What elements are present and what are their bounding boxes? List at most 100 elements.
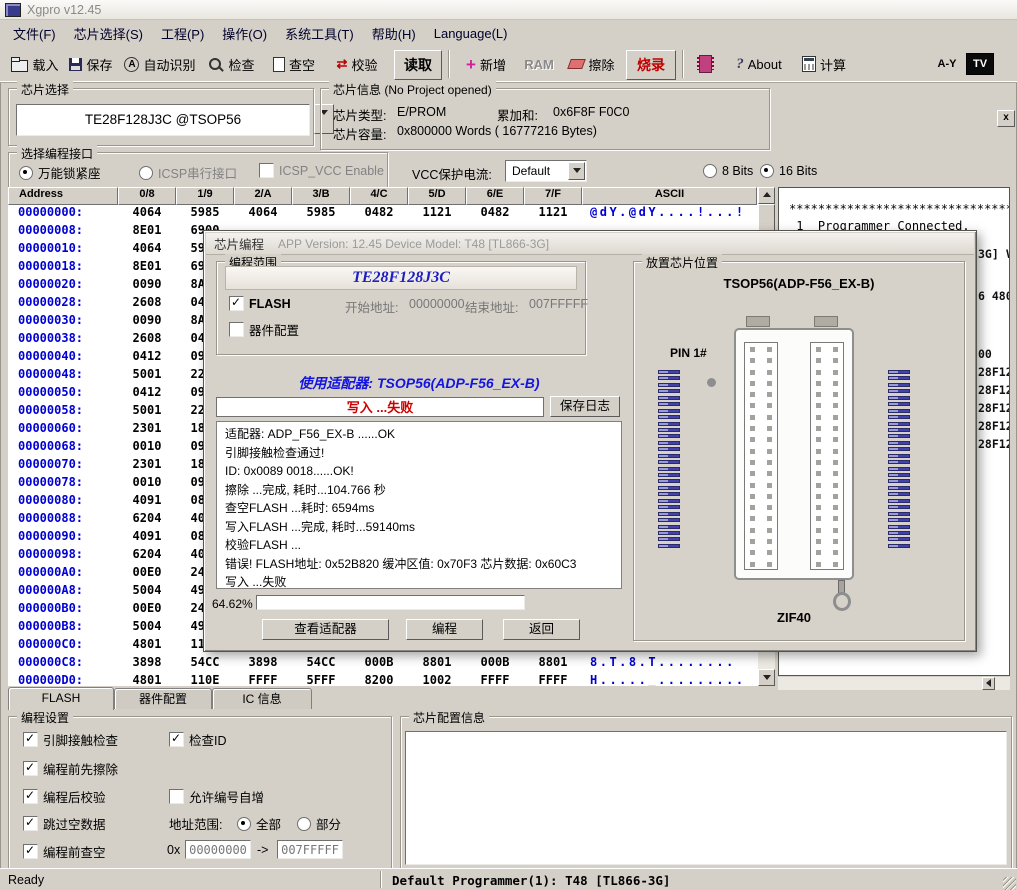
scroll-up-button[interactable] xyxy=(758,187,775,204)
socket-pin xyxy=(888,544,910,548)
dialog-subtitle: APP Version: 12.45 Device Model: T48 [TL… xyxy=(278,237,549,251)
statusbar: Ready Default Programmer(1): T48 [TL866-… xyxy=(0,868,1017,890)
tv-mode-button[interactable]: TV xyxy=(966,50,994,78)
about-button[interactable]: ?About xyxy=(726,50,792,78)
scroll-left-button[interactable] xyxy=(982,677,995,690)
menu-item[interactable]: 芯片选择(S) xyxy=(65,21,152,46)
start-address-label: 开始地址: xyxy=(345,297,398,316)
log-fragment: 28F12 xyxy=(978,437,1010,451)
tab-flash[interactable]: FLASH xyxy=(8,687,114,710)
socket-pin xyxy=(658,441,680,445)
tv-icon: TV xyxy=(966,53,994,75)
load-button[interactable]: 载入 xyxy=(8,50,62,78)
message-log-hscrollbar[interactable] xyxy=(778,677,1010,690)
tab-ic-info[interactable]: IC 信息 xyxy=(212,688,312,709)
verify-label: 校验 xyxy=(351,55,377,74)
program-button[interactable]: 编程 xyxy=(406,619,483,640)
pin-check-checkbox[interactable]: 引脚接触检查 xyxy=(23,730,118,749)
socket-pin xyxy=(658,544,680,548)
radio-icon xyxy=(237,817,251,831)
socket-pin xyxy=(658,422,680,426)
erase-button[interactable]: 擦除 xyxy=(562,50,622,78)
arrow-left-icon xyxy=(986,679,991,687)
back-button[interactable]: 返回 xyxy=(503,619,580,640)
skip-blank-checkbox[interactable]: 跳过空数据 xyxy=(23,814,106,833)
radio-icon xyxy=(297,817,311,831)
blank-before-checkbox[interactable]: 编程前查空 xyxy=(23,842,106,861)
hex-row[interactable]: 000000C8:389854CC389854CC000B8801000B880… xyxy=(8,655,757,673)
erase-before-label: 编程前先擦除 xyxy=(43,759,118,778)
menu-item[interactable]: Language(L) xyxy=(425,23,517,44)
hex-col-header: 3/B xyxy=(292,187,350,205)
dialog-title: 芯片编程 xyxy=(214,234,264,253)
operation-log[interactable]: 适配器: ADP_F56_EX-B ......OK 引脚接触检查通过! ID:… xyxy=(216,421,622,589)
radio-icon xyxy=(703,164,717,178)
socket-pin xyxy=(888,479,910,483)
tab-device-config[interactable]: 器件配置 xyxy=(114,688,212,709)
resize-grip[interactable] xyxy=(1003,877,1016,890)
menu-item[interactable]: 帮助(H) xyxy=(363,21,425,46)
view-adapter-button[interactable]: 查看适配器 xyxy=(262,619,389,640)
socket-radio[interactable]: 万能锁紧座 xyxy=(19,163,101,182)
socket-pin xyxy=(658,383,680,387)
socket-pin xyxy=(658,518,680,522)
pin-column-right xyxy=(888,370,912,550)
scroll-down-button[interactable] xyxy=(758,669,775,686)
auto-serial-checkbox[interactable]: 允许编号自增 xyxy=(169,787,264,806)
check-button[interactable]: 检查 xyxy=(202,50,262,78)
panel-close-button[interactable]: x xyxy=(997,110,1015,127)
hex-col-header: 5/D xyxy=(408,187,466,205)
socket-pin xyxy=(888,441,910,445)
chip-config-groupbox: 芯片配置信息 xyxy=(400,716,1012,870)
serial-range-button[interactable]: A-Y xyxy=(928,50,966,78)
address-from-input[interactable] xyxy=(185,840,251,859)
icsp-vcc-checkbox[interactable]: ICSP_VCC Enable xyxy=(259,163,384,178)
range-part-radio[interactable]: 部分 xyxy=(297,814,341,833)
menu-item[interactable]: 系统工具(T) xyxy=(276,21,363,46)
log-fragment: 3G] Ve xyxy=(978,247,1010,261)
range-all-radio[interactable]: 全部 xyxy=(237,814,281,833)
menu-item[interactable]: 操作(O) xyxy=(213,21,276,46)
calculator-button[interactable]: 计算 xyxy=(794,50,854,78)
read-button[interactable]: 读取 xyxy=(394,50,442,80)
socket-pin xyxy=(888,389,910,393)
vcc-current-dropdown[interactable]: Default xyxy=(505,160,587,182)
check-id-label: 检查ID xyxy=(189,730,227,749)
hex-col-header: 2/A xyxy=(234,187,292,205)
verify-arrows-icon: ⇄ xyxy=(337,56,348,72)
erase-before-checkbox[interactable]: 编程前先擦除 xyxy=(23,759,118,778)
hex-row[interactable]: 000000D0:4801110EFFFF5FFF82001002FFFFFFF… xyxy=(8,673,757,686)
menu-item[interactable]: 文件(F) xyxy=(4,21,65,46)
chip-select-combobox[interactable]: TE28F128J3C @TSOP56 xyxy=(16,104,310,136)
save-log-button[interactable]: 保存日志 xyxy=(550,396,620,417)
blank-check-button[interactable]: 查空 xyxy=(264,50,324,78)
ram-test-button[interactable]: RAM xyxy=(518,50,560,78)
16bits-radio[interactable]: 16 Bits xyxy=(760,164,817,178)
verify-button[interactable]: ⇄校验 xyxy=(326,50,388,78)
verify-after-checkbox[interactable]: 编程后校验 xyxy=(23,787,106,806)
socket-pin xyxy=(888,531,910,535)
hex-row[interactable]: 00000000:4064598540645985048211210482112… xyxy=(8,205,757,223)
check-id-checkbox[interactable]: 检查ID xyxy=(169,730,227,749)
window-titlebar[interactable]: Xgpro v12.45 xyxy=(0,0,1017,20)
address-to-input[interactable] xyxy=(277,840,343,859)
socket-pin xyxy=(888,467,910,471)
burn-button[interactable]: 烧录 xyxy=(626,50,676,80)
menu-item[interactable]: 工程(P) xyxy=(152,21,213,46)
auto-detect-button[interactable]: A自动识别 xyxy=(120,50,200,78)
eraser-icon xyxy=(568,59,587,69)
new-project-button[interactable]: +新增 xyxy=(456,50,516,78)
icsp-radio[interactable]: ICSP串行接口 xyxy=(139,163,237,182)
socket-pin xyxy=(658,389,680,393)
8bits-radio[interactable]: 8 Bits xyxy=(703,164,753,178)
programming-settings-groupbox: 编程设置 引脚接触检查 检查ID 编程前先擦除 编程后校验 允许编号自增 跳过空… xyxy=(8,716,392,870)
capacity-value: 0x800000 Words ( 16777216 Bytes) xyxy=(397,124,597,138)
chevron-down-icon[interactable] xyxy=(568,162,585,180)
zif-socket-drawing xyxy=(734,328,854,580)
ic-tool-button[interactable] xyxy=(690,50,720,78)
checkbox-icon xyxy=(169,732,184,747)
device-config-checkbox[interactable]: 器件配置 xyxy=(229,320,299,339)
save-button[interactable]: 保存 xyxy=(64,50,118,78)
dialog-titlebar[interactable]: 芯片编程 APP Version: 12.45 Device Model: T4… xyxy=(206,233,974,255)
flash-checkbox[interactable]: FLASH xyxy=(229,296,291,311)
